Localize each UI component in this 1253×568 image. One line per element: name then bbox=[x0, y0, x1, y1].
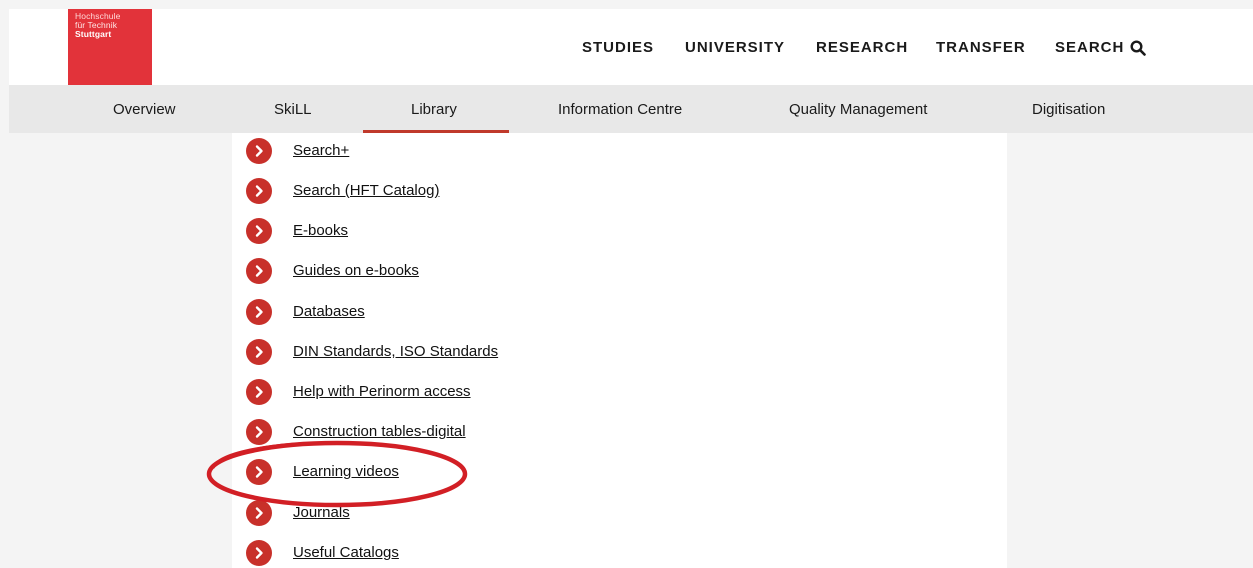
logo-line-3: Stuttgart bbox=[75, 29, 112, 39]
tab-digitisation[interactable]: Digitisation bbox=[1032, 101, 1105, 118]
chevron-right-icon bbox=[246, 178, 272, 204]
chevron-right-icon bbox=[246, 138, 272, 164]
nav-university[interactable]: UNIVERSITY bbox=[685, 39, 785, 56]
link-search-plus[interactable]: Search+ bbox=[246, 138, 646, 164]
link-label[interactable]: Useful Catalogs bbox=[293, 544, 399, 561]
link-label[interactable]: Journals bbox=[293, 504, 350, 521]
sub-nav: Overview SkiLL Library Information Centr… bbox=[9, 85, 1253, 133]
chevron-right-icon bbox=[246, 540, 272, 566]
nav-search[interactable]: SEARCH bbox=[1055, 39, 1124, 56]
chevron-right-icon bbox=[246, 419, 272, 445]
link-label[interactable]: Help with Perinorm access bbox=[293, 383, 471, 400]
link-useful-catalogs[interactable]: Useful Catalogs bbox=[246, 540, 646, 566]
link-learning-videos[interactable]: Learning videos bbox=[246, 459, 646, 485]
link-label[interactable]: DIN Standards, ISO Standards bbox=[293, 343, 498, 360]
tab-quality-management[interactable]: Quality Management bbox=[789, 101, 927, 118]
link-construction-tables[interactable]: Construction tables-digital bbox=[246, 419, 646, 445]
link-label[interactable]: Databases bbox=[293, 303, 365, 320]
chevron-right-icon bbox=[246, 258, 272, 284]
link-label[interactable]: Guides on e-books bbox=[293, 262, 419, 279]
link-journals[interactable]: Journals bbox=[246, 500, 646, 526]
link-perinorm-help[interactable]: Help with Perinorm access bbox=[246, 379, 646, 405]
nav-studies[interactable]: STUDIES bbox=[582, 39, 654, 56]
link-e-books[interactable]: E-books bbox=[246, 218, 646, 244]
chevron-right-icon bbox=[246, 218, 272, 244]
tab-library[interactable]: Library bbox=[411, 101, 457, 118]
link-guides-on-e-books[interactable]: Guides on e-books bbox=[246, 258, 646, 284]
nav-transfer[interactable]: TRANSFER bbox=[936, 39, 1026, 56]
tab-overview[interactable]: Overview bbox=[113, 101, 176, 118]
nav-research[interactable]: RESEARCH bbox=[816, 39, 908, 56]
tab-skill[interactable]: SkiLL bbox=[274, 101, 312, 118]
library-links-panel: Search+ Search (HFT Catalog) E-books Gui… bbox=[232, 133, 1007, 568]
site-header: Hochschule für Technik Stuttgart STUDIES… bbox=[9, 9, 1253, 85]
link-databases[interactable]: Databases bbox=[246, 299, 646, 325]
chevron-right-icon bbox=[246, 500, 272, 526]
link-search-hft-catalog[interactable]: Search (HFT Catalog) bbox=[246, 178, 646, 204]
main-nav: STUDIES UNIVERSITY RESEARCH TRANSFER SEA… bbox=[9, 39, 1253, 59]
link-label[interactable]: Search (HFT Catalog) bbox=[293, 182, 439, 199]
link-label[interactable]: Search+ bbox=[293, 142, 349, 159]
chevron-right-icon bbox=[246, 379, 272, 405]
tab-information-centre[interactable]: Information Centre bbox=[558, 101, 682, 118]
chevron-right-icon bbox=[246, 459, 272, 485]
chevron-right-icon bbox=[246, 299, 272, 325]
link-label[interactable]: Learning videos bbox=[293, 463, 399, 480]
link-label[interactable]: Construction tables-digital bbox=[293, 423, 466, 440]
chevron-right-icon bbox=[246, 339, 272, 365]
search-icon[interactable] bbox=[1130, 40, 1146, 56]
link-label[interactable]: E-books bbox=[293, 222, 348, 239]
link-din-iso-standards[interactable]: DIN Standards, ISO Standards bbox=[246, 339, 646, 365]
